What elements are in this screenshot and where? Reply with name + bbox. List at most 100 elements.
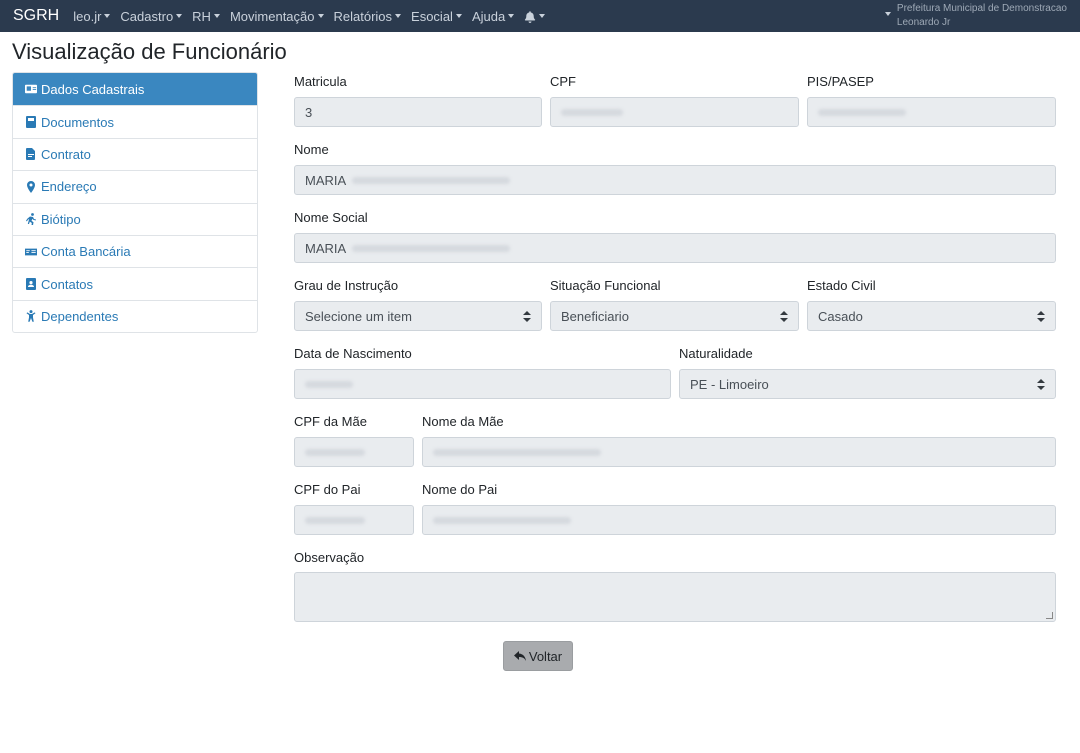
estado-civil-select[interactable]: Casado <box>807 301 1056 331</box>
sidebar-item-dados-cadastrais[interactable]: Dados Cadastrais <box>13 73 257 106</box>
caret-down-icon <box>455 14 462 18</box>
redacted-value <box>433 448 601 456</box>
reply-icon <box>513 651 526 661</box>
situacao-funcional-value: Beneficiario <box>561 308 629 324</box>
sidebar-item-conta-bancaria[interactable]: Conta Bancária <box>13 234 257 267</box>
naturalidade-label: Naturalidade <box>679 346 753 361</box>
nome-pai-field[interactable] <box>422 505 1056 535</box>
nome-mae-field[interactable] <box>422 437 1056 467</box>
sidebar-nav: Dados Cadastrais Documentos Contrato End… <box>12 72 258 334</box>
child-icon <box>26 310 36 323</box>
top-navbar: SGRH leo.jr Cadastro RH Movimentação Rel… <box>0 0 1080 32</box>
page-title: Visualização de Funcionário <box>12 39 287 64</box>
cpf-mae-label: CPF da Mãe <box>294 414 367 429</box>
nome-social-value: MARIA <box>305 240 347 256</box>
redacted-value <box>818 108 906 116</box>
menu-rh[interactable]: RH <box>192 9 220 24</box>
sidebar-item-label: Conta Bancária <box>41 244 131 260</box>
situacao-funcional-select[interactable]: Beneficiario <box>550 301 799 331</box>
brand-logo[interactable]: SGRH <box>13 7 59 25</box>
observacao-textarea[interactable] <box>294 572 1056 622</box>
sidebar-item-label: Contrato <box>41 146 91 162</box>
sidebar-item-label: Endereço <box>41 179 97 195</box>
nome-mae-label: Nome da Mãe <box>422 414 504 429</box>
bell-icon <box>525 10 536 23</box>
caret-down-icon <box>508 14 515 18</box>
pis-field[interactable] <box>807 97 1056 127</box>
redacted-value <box>352 176 511 184</box>
sidebar-item-biotipo[interactable]: Biótipo <box>13 202 257 235</box>
menu-ajuda[interactable]: Ajuda <box>471 8 515 24</box>
menu-rh-label: RH <box>192 8 211 24</box>
menu-cadastro-label: Cadastro <box>120 8 174 24</box>
id-card-icon <box>25 84 37 94</box>
naturalidade-select[interactable]: PE - Limoeiro <box>679 369 1056 399</box>
menu-cadastro[interactable]: Cadastro <box>120 8 183 24</box>
menu-user-label: leo.jr <box>73 8 102 24</box>
observacao-label: Observação <box>294 550 365 565</box>
resize-handle-icon[interactable] <box>1046 612 1053 619</box>
cpf-pai-field[interactable] <box>294 505 414 535</box>
sidebar-item-documentos[interactable]: Documentos <box>13 105 257 137</box>
redacted-value <box>433 516 571 524</box>
sidebar-item-contrato[interactable]: Contrato <box>13 137 257 170</box>
user-name: Leonardo Jr <box>896 17 951 28</box>
cpf-pai-label: CPF do Pai <box>294 482 361 497</box>
nome-label: Nome <box>294 142 329 157</box>
file-contract-icon <box>26 148 35 161</box>
sidebar-item-endereco[interactable]: Endereço <box>13 170 257 202</box>
menu-movimentacao-label: Movimentação <box>229 8 315 24</box>
menu-ajuda-label: Ajuda <box>471 8 506 24</box>
redacted-value <box>305 448 365 456</box>
redacted-value <box>305 516 365 524</box>
menu-relatorios-label: Relatórios <box>333 8 393 24</box>
matricula-label: Matricula <box>294 74 347 89</box>
redacted-value <box>561 108 623 116</box>
sidebar-item-label: Contatos <box>41 276 94 292</box>
menu-esocial-label: Esocial <box>411 8 453 24</box>
nome-field[interactable]: MARIA <box>294 165 1056 195</box>
caret-down-icon <box>395 14 402 18</box>
money-check-icon <box>25 248 37 256</box>
grau-instrucao-select[interactable]: Selecione um item <box>294 301 542 331</box>
redacted-value <box>352 244 511 252</box>
sidebar-item-dependentes[interactable]: Dependentes <box>13 299 257 332</box>
nome-pai-label: Nome do Pai <box>422 482 498 497</box>
sidebar-item-label: Dependentes <box>41 308 119 324</box>
running-person-icon <box>26 213 36 226</box>
naturalidade-value: PE - Limoeiro <box>690 376 769 392</box>
nome-value: MARIA <box>305 172 347 188</box>
address-book-icon <box>26 278 36 291</box>
caret-down-icon <box>213 14 220 18</box>
data-nascimento-field[interactable] <box>294 369 671 399</box>
select-arrows-icon <box>1037 311 1045 323</box>
sidebar-item-label: Dados Cadastrais <box>41 81 145 97</box>
data-nascimento-label: Data de Nascimento <box>294 346 412 361</box>
select-arrows-icon <box>780 311 788 323</box>
caret-down-icon <box>539 14 546 18</box>
cpf-label: CPF <box>550 74 576 89</box>
cpf-field[interactable] <box>550 97 799 127</box>
sidebar-item-contatos[interactable]: Contatos <box>13 267 257 299</box>
caret-down-icon <box>104 14 111 18</box>
grau-instrucao-value: Selecione um item <box>305 308 412 324</box>
account-menu[interactable]: Prefeitura Municipal de Demonstracao Leo… <box>882 2 1067 30</box>
menu-relatorios[interactable]: Relatórios <box>334 9 402 24</box>
pis-label: PIS/PASEP <box>807 74 874 89</box>
nome-social-field[interactable]: MARIA <box>294 233 1056 263</box>
caret-down-icon <box>176 14 183 18</box>
cpf-mae-field[interactable] <box>294 437 414 467</box>
back-button-label: Voltar <box>528 648 563 664</box>
caret-down-icon <box>884 12 891 16</box>
nome-social-label: Nome Social <box>294 210 368 225</box>
back-button[interactable]: Voltar <box>503 641 573 671</box>
situacao-funcional-label: Situação Funcional <box>550 278 661 293</box>
menu-user[interactable]: leo.jr <box>73 8 111 24</box>
menu-movimentacao[interactable]: Movimentação <box>230 9 324 24</box>
notifications-menu[interactable] <box>524 10 546 23</box>
estado-civil-label: Estado Civil <box>807 278 876 293</box>
menu-esocial[interactable]: Esocial <box>411 9 462 24</box>
map-marker-icon <box>27 180 35 193</box>
matricula-field[interactable]: 3 <box>294 97 542 127</box>
book-icon <box>26 116 36 129</box>
